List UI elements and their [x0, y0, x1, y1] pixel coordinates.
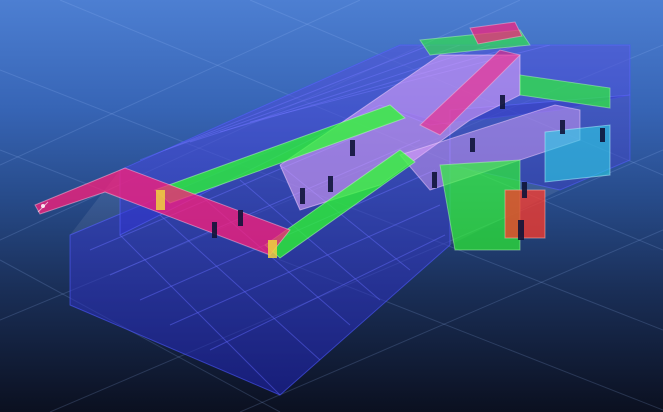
- building-3d-scene[interactable]: [0, 0, 663, 412]
- 3d-viewport[interactable]: [0, 0, 663, 412]
